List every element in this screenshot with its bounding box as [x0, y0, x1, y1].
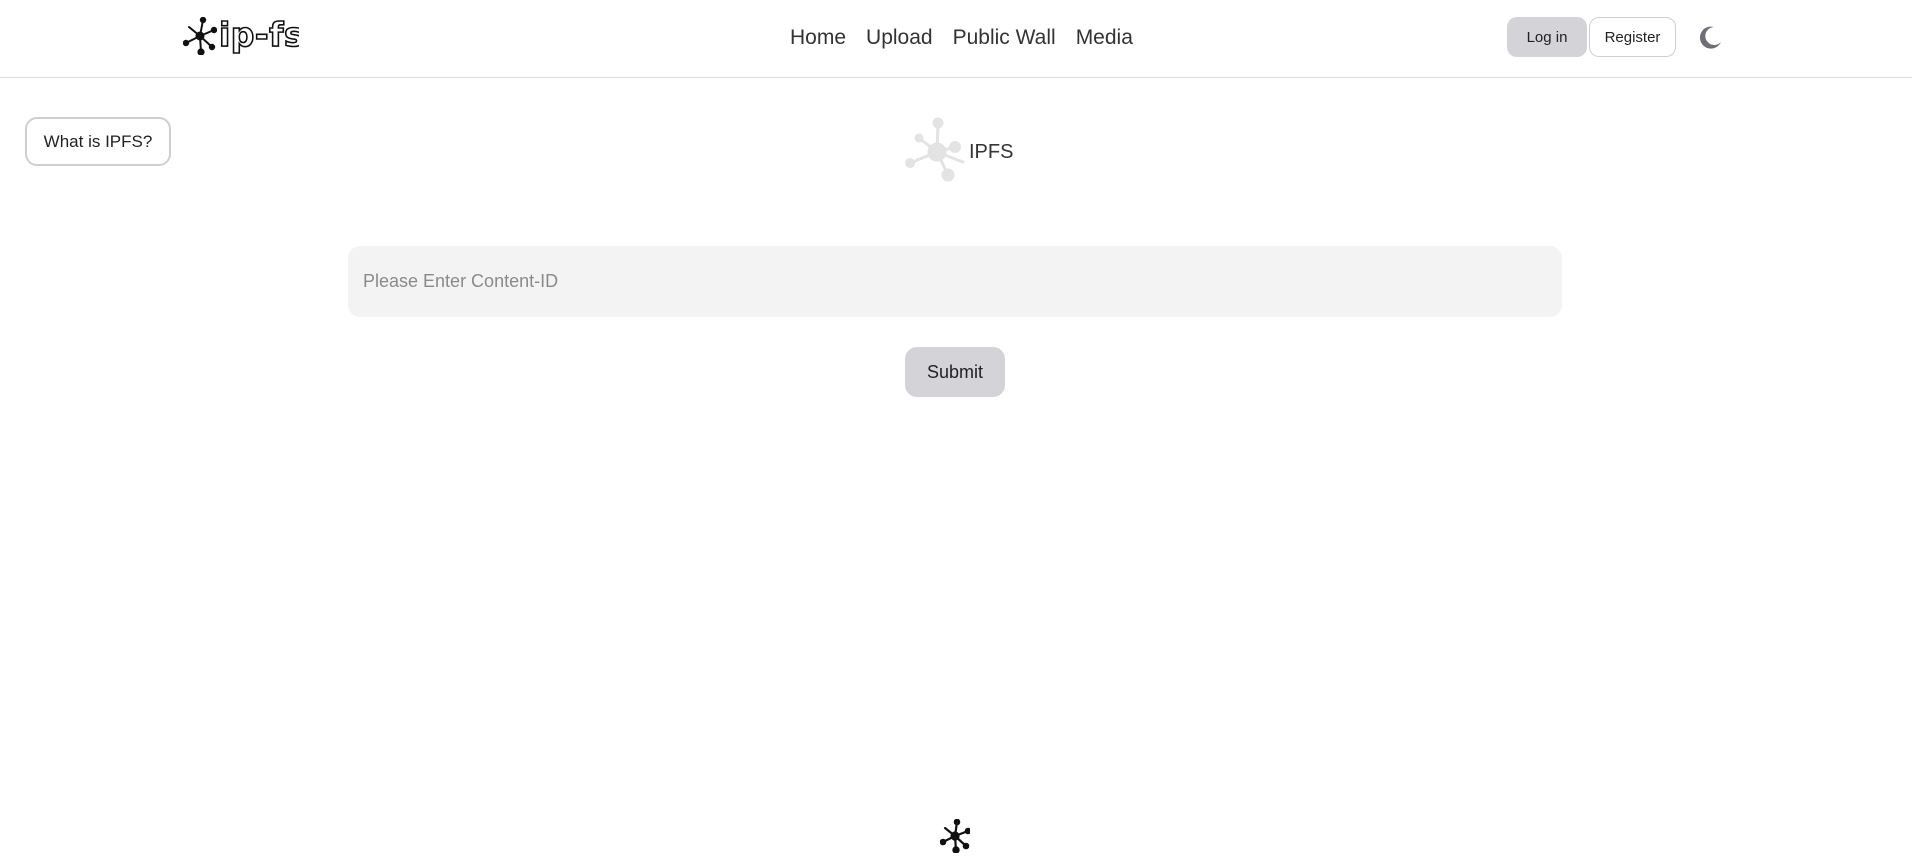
top-navbar: ip-fs Home Upload Public Wall Media Log …	[0, 0, 1912, 78]
main-nav: Home Upload Public Wall Media	[790, 22, 1133, 54]
hero-title: IPFS	[903, 116, 1013, 186]
svg-text:ip-fs: ip-fs	[219, 16, 299, 54]
theme-toggle-button[interactable]	[1696, 24, 1724, 52]
nav-public-wall[interactable]: Public Wall	[953, 22, 1056, 54]
moon-icon	[1699, 26, 1721, 49]
auth-buttons: Log in Register	[1507, 17, 1676, 57]
nav-upload[interactable]: Upload	[866, 22, 933, 54]
submit-button[interactable]: Submit	[905, 347, 1005, 397]
brand-wordmark: ip-fs	[219, 16, 299, 55]
register-button[interactable]: Register	[1589, 17, 1676, 57]
hero-label: IPFS	[969, 140, 1014, 163]
ipfs-logo-icon	[183, 17, 217, 55]
footer-ipfs-logo-icon	[940, 819, 970, 853]
what-is-ipfs-button[interactable]: What is IPFS?	[25, 117, 171, 166]
ipfs-network-icon	[905, 117, 965, 182]
content-id-input[interactable]	[348, 246, 1562, 317]
nav-home[interactable]: Home	[790, 22, 846, 54]
nav-media[interactable]: Media	[1076, 22, 1133, 54]
login-button[interactable]: Log in	[1507, 17, 1587, 57]
brand-link[interactable]: ip-fs	[183, 16, 299, 56]
